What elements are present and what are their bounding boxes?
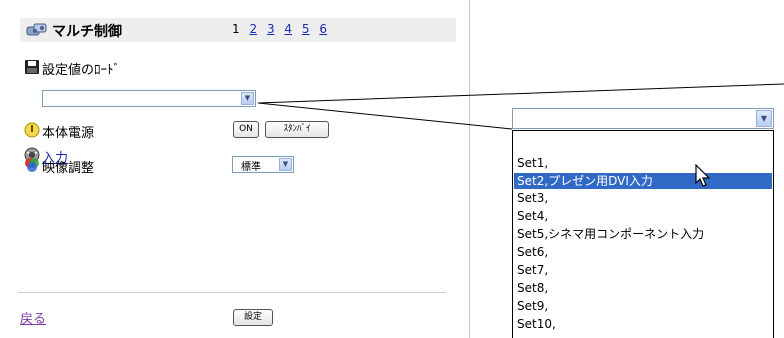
multi-control-panel: マルチ制御 1 2 3 4 5 6 設定値のﾛｰﾄﾞ ▼ 本体電源 ON ｽﾀﾝ…	[0, 0, 470, 338]
title-bar: マルチ制御 1 2 3 4 5 6	[20, 18, 456, 42]
page-link-4[interactable]: 4	[284, 22, 292, 36]
set-button[interactable]: 設定	[233, 309, 273, 326]
image-adjust-label: 映像調整	[42, 161, 95, 176]
power-label: 本体電源	[42, 126, 95, 141]
page-link-3[interactable]: 3	[267, 22, 275, 36]
settings-dropdown-list: Set1, Set2,プレゼン用DVI入力 Set3, Set4, Set5,シ…	[512, 130, 774, 338]
image-adjust-value: 標準	[241, 162, 261, 173]
settings-load-label: 設定値のﾛｰﾄﾞ	[42, 63, 121, 78]
settings-load-select[interactable]: ▼	[42, 90, 256, 107]
page-link-6[interactable]: 6	[319, 22, 327, 36]
power-on-button[interactable]: ON	[233, 121, 259, 138]
multi-projector-icon	[26, 23, 47, 36]
chevron-down-icon[interactable]: ▼	[279, 158, 292, 171]
dropdown-option[interactable]	[514, 133, 772, 149]
dropdown-option[interactable]: Set3,	[514, 190, 772, 206]
dropdown-option[interactable]: Set4,	[514, 208, 772, 224]
chevron-down-icon[interactable]: ▼	[756, 110, 772, 127]
image-adjust-select[interactable]: 標準 ▼	[232, 156, 294, 173]
dropdown-option[interactable]: Set10,	[514, 316, 772, 332]
expanded-settings-select[interactable]: ▼	[512, 108, 774, 129]
dropdown-option[interactable]: Set6,	[514, 244, 772, 260]
color-adjust-icon	[25, 158, 39, 172]
dropdown-option[interactable]: Set1,	[514, 155, 772, 171]
page-current: 1	[232, 22, 240, 36]
power-icon	[24, 122, 40, 138]
floppy-disk-icon	[25, 60, 39, 74]
pagination: 1 2 3 4 5 6	[232, 22, 333, 36]
dropdown-option[interactable]: Set5,シネマ用コンポーネント入力	[514, 226, 772, 242]
mouse-pointer-icon	[695, 164, 711, 187]
dropdown-option[interactable]: Set7,	[514, 262, 772, 278]
divider	[18, 292, 446, 293]
page-link-2[interactable]: 2	[249, 22, 257, 36]
chevron-down-icon[interactable]: ▼	[241, 92, 254, 105]
dropdown-option[interactable]: Set9,	[514, 298, 772, 314]
page-link-5[interactable]: 5	[302, 22, 310, 36]
dropdown-option[interactable]: Set8,	[514, 280, 772, 296]
page-title: マルチ制御	[52, 24, 122, 40]
back-link[interactable]: 戻る	[20, 308, 46, 327]
dropdown-option-selected[interactable]: Set2,プレゼン用DVI入力	[514, 173, 772, 189]
power-standby-button[interactable]: ｽﾀﾝﾊﾞｲ	[265, 121, 329, 138]
